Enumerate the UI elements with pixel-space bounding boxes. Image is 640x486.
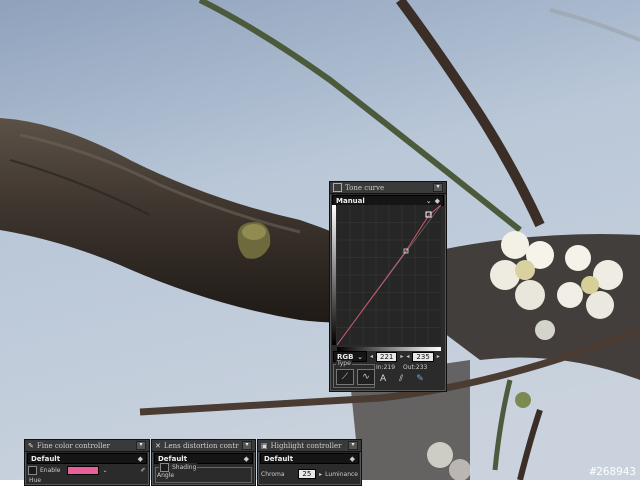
tone-curve-titlebar[interactable]: Tone curve ▾: [330, 182, 446, 194]
fine-color-panel: ✎ Fine color controller ▾ Default ◆ Enab…: [24, 439, 150, 486]
image-id-label: #268943: [589, 465, 636, 478]
output-value-field[interactable]: 235: [412, 351, 434, 362]
collapse-button[interactable]: ▾: [348, 441, 358, 450]
collapse-button[interactable]: ▾: [242, 441, 252, 450]
fine-color-preset-value: Default: [31, 454, 61, 463]
auto-adjust-icon[interactable]: A: [380, 374, 386, 384]
arrow-left-icon[interactable]: ◂: [370, 353, 373, 360]
chevron-down-icon: ⌄: [357, 352, 363, 361]
lens-distortion-title: Lens distortion controller: [163, 441, 239, 450]
photo-background: [0, 0, 640, 480]
options-icon[interactable]: ◆: [244, 455, 249, 463]
out-readout: Out:233: [403, 364, 428, 371]
tone-curve-panel: Tone curve ▾ Manual ⌄ ◆ RGB ⌄ ◂ 221 ▸ ◂ …: [329, 181, 447, 392]
hue-label: Hue: [29, 477, 42, 484]
lens-distortion-panel: ✕ Lens distortion controller ▾ Default ◆…: [151, 439, 256, 486]
input-value-field[interactable]: 221: [376, 351, 398, 362]
arrow-right-icon[interactable]: ▸: [319, 471, 322, 478]
tone-curve-graph[interactable]: [337, 205, 441, 345]
chroma-value-field[interactable]: 25: [297, 469, 317, 479]
highlight-icon: ▣: [261, 441, 268, 450]
fine-color-preset-select[interactable]: Default ◆: [27, 453, 147, 464]
chroma-label: Chroma: [261, 470, 285, 478]
shading-group: Shading Angle: [155, 463, 252, 483]
lens-distortion-preset-value: Default: [158, 454, 188, 463]
smooth-curve-icon[interactable]: ∿: [357, 369, 375, 385]
tone-curve-graph-area: [332, 205, 442, 353]
options-icon[interactable]: ◆: [350, 455, 355, 463]
enable-label: Enable: [40, 467, 61, 474]
color-swatch[interactable]: [67, 466, 100, 475]
linear-curve-icon[interactable]: ⟋: [336, 369, 354, 385]
highlight-preset-value: Default: [264, 454, 294, 463]
eyedropper-icon[interactable]: ✐: [140, 467, 145, 474]
arrow-right-icon[interactable]: ▸: [400, 353, 403, 360]
highlight-panel: ▣ Highlight controller ▾ Default ◆ Chrom…: [257, 439, 362, 486]
type-label: Type: [336, 360, 352, 367]
arrow-left-icon[interactable]: ◂: [406, 353, 409, 360]
luminance-label: Luminance: [325, 470, 358, 478]
in-readout: In:219: [376, 364, 396, 371]
lens-icon: ✕: [155, 441, 161, 450]
type-group: Type ⟋ ∿: [333, 360, 375, 388]
highlight-title: Highlight controller: [270, 441, 342, 450]
fine-color-title: Fine color controller: [36, 441, 110, 450]
collapse-button[interactable]: ▾: [136, 441, 146, 450]
chevron-down-icon: ⌄: [425, 196, 432, 205]
tone-curve-preset-value: Manual: [336, 196, 365, 205]
fine-color-icon: ✎: [28, 441, 34, 450]
fine-color-titlebar[interactable]: ✎ Fine color controller ▾: [25, 440, 149, 452]
chevron-down-icon[interactable]: ⌄: [102, 467, 107, 474]
eyedropper-reset-icon[interactable]: ⫽: [399, 374, 403, 384]
collapse-button[interactable]: ▾: [433, 183, 443, 192]
enable-checkbox[interactable]: [28, 466, 37, 475]
arrow-right-icon[interactable]: ▸: [437, 353, 440, 360]
shading-checkbox[interactable]: [160, 463, 169, 472]
options-icon[interactable]: ◆: [138, 455, 143, 463]
tone-curve-icon: [333, 183, 342, 192]
lens-distortion-titlebar[interactable]: ✕ Lens distortion controller ▾: [152, 440, 255, 452]
angle-label: Angle: [157, 472, 175, 479]
tone-curve-title: Tone curve: [345, 183, 385, 192]
color-picker-icon[interactable]: ✎: [416, 374, 424, 384]
options-icon[interactable]: ◆: [435, 197, 440, 205]
output-gradient-bar: [332, 205, 336, 345]
highlight-titlebar[interactable]: ▣ Highlight controller ▾: [258, 440, 361, 452]
shading-label: Shading: [172, 464, 197, 471]
highlight-preset-select[interactable]: Default ◆: [260, 453, 359, 464]
